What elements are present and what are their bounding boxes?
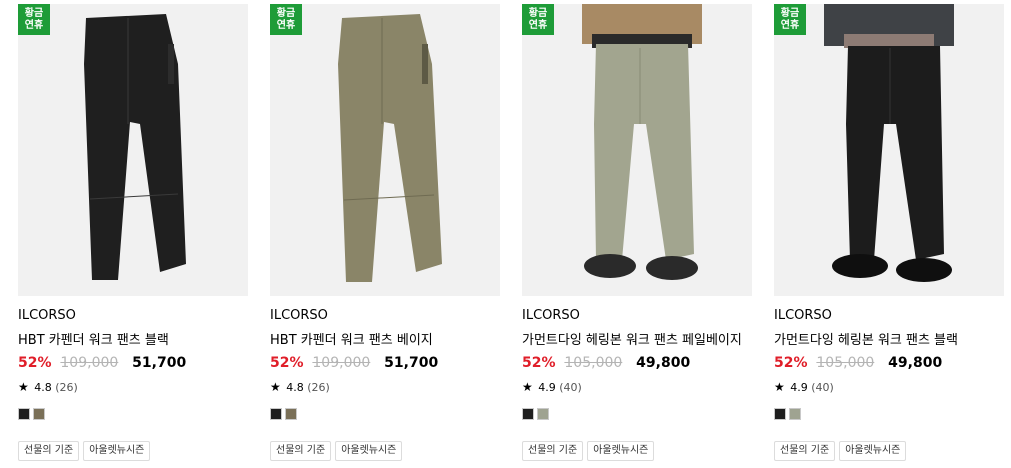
price-row: 52% 105,000 49,800 <box>522 355 690 371</box>
badge-line: 연휴 <box>780 20 800 31</box>
color-swatches <box>522 408 552 427</box>
badge-line: 연휴 <box>276 20 296 31</box>
price-row: 52% 109,000 51,700 <box>270 355 438 371</box>
brand-name[interactable]: ILCORSO <box>774 308 832 323</box>
product-thumbnail[interactable]: 황금 연휴 <box>522 4 752 296</box>
color-swatch[interactable] <box>522 408 534 420</box>
tag-list: 선물의 기준 아울렛뉴시즌 <box>270 438 406 461</box>
tag[interactable]: 아울렛뉴시즌 <box>839 441 907 461</box>
tag-list: 선물의 기준 아울렛뉴시즌 <box>522 438 658 461</box>
brand-name[interactable]: ILCORSO <box>18 308 76 323</box>
review-count: (40) <box>811 381 834 394</box>
color-swatch[interactable] <box>270 408 282 420</box>
star-icon: ★ <box>18 380 29 394</box>
color-swatch[interactable] <box>537 408 549 420</box>
rating-value: 4.8 <box>34 381 52 394</box>
rating: ★ 4.9 (40) <box>522 380 582 394</box>
product-name[interactable]: HBT 카펜더 워크 팬츠 블랙 <box>18 329 169 348</box>
holiday-badge: 황금 연휴 <box>522 4 554 35</box>
badge-line: 황금 <box>528 8 548 19</box>
badge-line: 연휴 <box>24 20 44 31</box>
discount-rate: 52% <box>18 355 52 371</box>
holiday-badge: 황금 연휴 <box>270 4 302 35</box>
brand-name[interactable]: ILCORSO <box>270 308 328 323</box>
holiday-badge: 황금 연휴 <box>18 4 50 35</box>
star-icon: ★ <box>774 380 785 394</box>
color-swatch[interactable] <box>285 408 297 420</box>
rating-value: 4.8 <box>286 381 304 394</box>
product-name[interactable]: 가먼트다잉 헤링본 워크 팬츠 페일베이지 <box>522 329 742 348</box>
color-swatch[interactable] <box>789 408 801 420</box>
badge-line: 황금 <box>276 8 296 19</box>
rating-value: 4.9 <box>538 381 556 394</box>
sale-price: 49,800 <box>636 355 691 371</box>
product-card[interactable]: 황금 연휴 ILCORSO 가먼트다잉 헤링본 워크 팬츠 블랙 52% 105… <box>774 4 1004 461</box>
color-swatches <box>18 408 48 427</box>
discount-rate: 52% <box>270 355 304 371</box>
star-icon: ★ <box>270 380 281 394</box>
brand-name[interactable]: ILCORSO <box>522 308 580 323</box>
tag[interactable]: 아울렛뉴시즌 <box>587 441 655 461</box>
review-count: (26) <box>55 381 78 394</box>
rating-value: 4.9 <box>790 381 808 394</box>
review-count: (26) <box>307 381 330 394</box>
rating: ★ 4.8 (26) <box>270 380 330 394</box>
color-swatch[interactable] <box>33 408 45 420</box>
tag[interactable]: 선물의 기준 <box>18 441 80 461</box>
sale-price: 51,700 <box>132 355 187 371</box>
original-price: 109,000 <box>312 355 371 371</box>
pale-beige-pants-model-photo-icon <box>582 4 702 280</box>
tag[interactable]: 선물의 기준 <box>774 441 836 461</box>
product-thumbnail[interactable]: 황금 연휴 <box>270 4 500 296</box>
product-card[interactable]: 황금 연휴 ILCORSO HBT 카펜더 워크 팬츠 베이지 52% 109,… <box>270 4 500 461</box>
rating: ★ 4.8 (26) <box>18 380 78 394</box>
product-grid: 황금 연휴 ILCORSO HBT 카펜더 워크 팬츠 블랙 52% 109,0… <box>18 4 1004 468</box>
color-swatch[interactable] <box>18 408 30 420</box>
price-row: 52% 109,000 51,700 <box>18 355 186 371</box>
badge-line: 황금 <box>780 8 800 19</box>
product-name[interactable]: 가먼트다잉 헤링본 워크 팬츠 블랙 <box>774 329 958 348</box>
color-swatches <box>774 408 804 427</box>
discount-rate: 52% <box>522 355 556 371</box>
original-price: 105,000 <box>564 355 623 371</box>
sale-price: 49,800 <box>888 355 943 371</box>
original-price: 105,000 <box>816 355 875 371</box>
price-row: 52% 105,000 49,800 <box>774 355 942 371</box>
discount-rate: 52% <box>774 355 808 371</box>
color-swatch[interactable] <box>774 408 786 420</box>
badge-line: 황금 <box>24 8 44 19</box>
product-thumbnail[interactable]: 황금 연휴 <box>18 4 248 296</box>
tag[interactable]: 아울렛뉴시즌 <box>83 441 151 461</box>
tag[interactable]: 선물의 기준 <box>522 441 584 461</box>
black-pants-model-photo-icon <box>824 4 954 282</box>
tag[interactable]: 아울렛뉴시즌 <box>335 441 403 461</box>
color-swatches <box>270 408 300 427</box>
tag[interactable]: 선물의 기준 <box>270 441 332 461</box>
original-price: 109,000 <box>60 355 119 371</box>
product-name[interactable]: HBT 카펜더 워크 팬츠 베이지 <box>270 329 433 348</box>
product-thumbnail[interactable]: 황금 연휴 <box>774 4 1004 296</box>
black-work-pants-photo-icon <box>84 14 186 280</box>
tag-list: 선물의 기준 아울렛뉴시즌 <box>18 438 154 461</box>
product-card[interactable]: 황금 연휴 ILCORSO 가먼트다잉 헤링본 워크 팬츠 페일베이지 52% … <box>522 4 752 461</box>
rating: ★ 4.9 (40) <box>774 380 834 394</box>
beige-work-pants-photo-icon <box>338 14 442 282</box>
tag-list: 선물의 기준 아울렛뉴시즌 <box>774 438 910 461</box>
star-icon: ★ <box>522 380 533 394</box>
review-count: (40) <box>559 381 582 394</box>
product-card[interactable]: 황금 연휴 ILCORSO HBT 카펜더 워크 팬츠 블랙 52% 109,0… <box>18 4 248 461</box>
badge-line: 연휴 <box>528 20 548 31</box>
holiday-badge: 황금 연휴 <box>774 4 806 35</box>
sale-price: 51,700 <box>384 355 439 371</box>
